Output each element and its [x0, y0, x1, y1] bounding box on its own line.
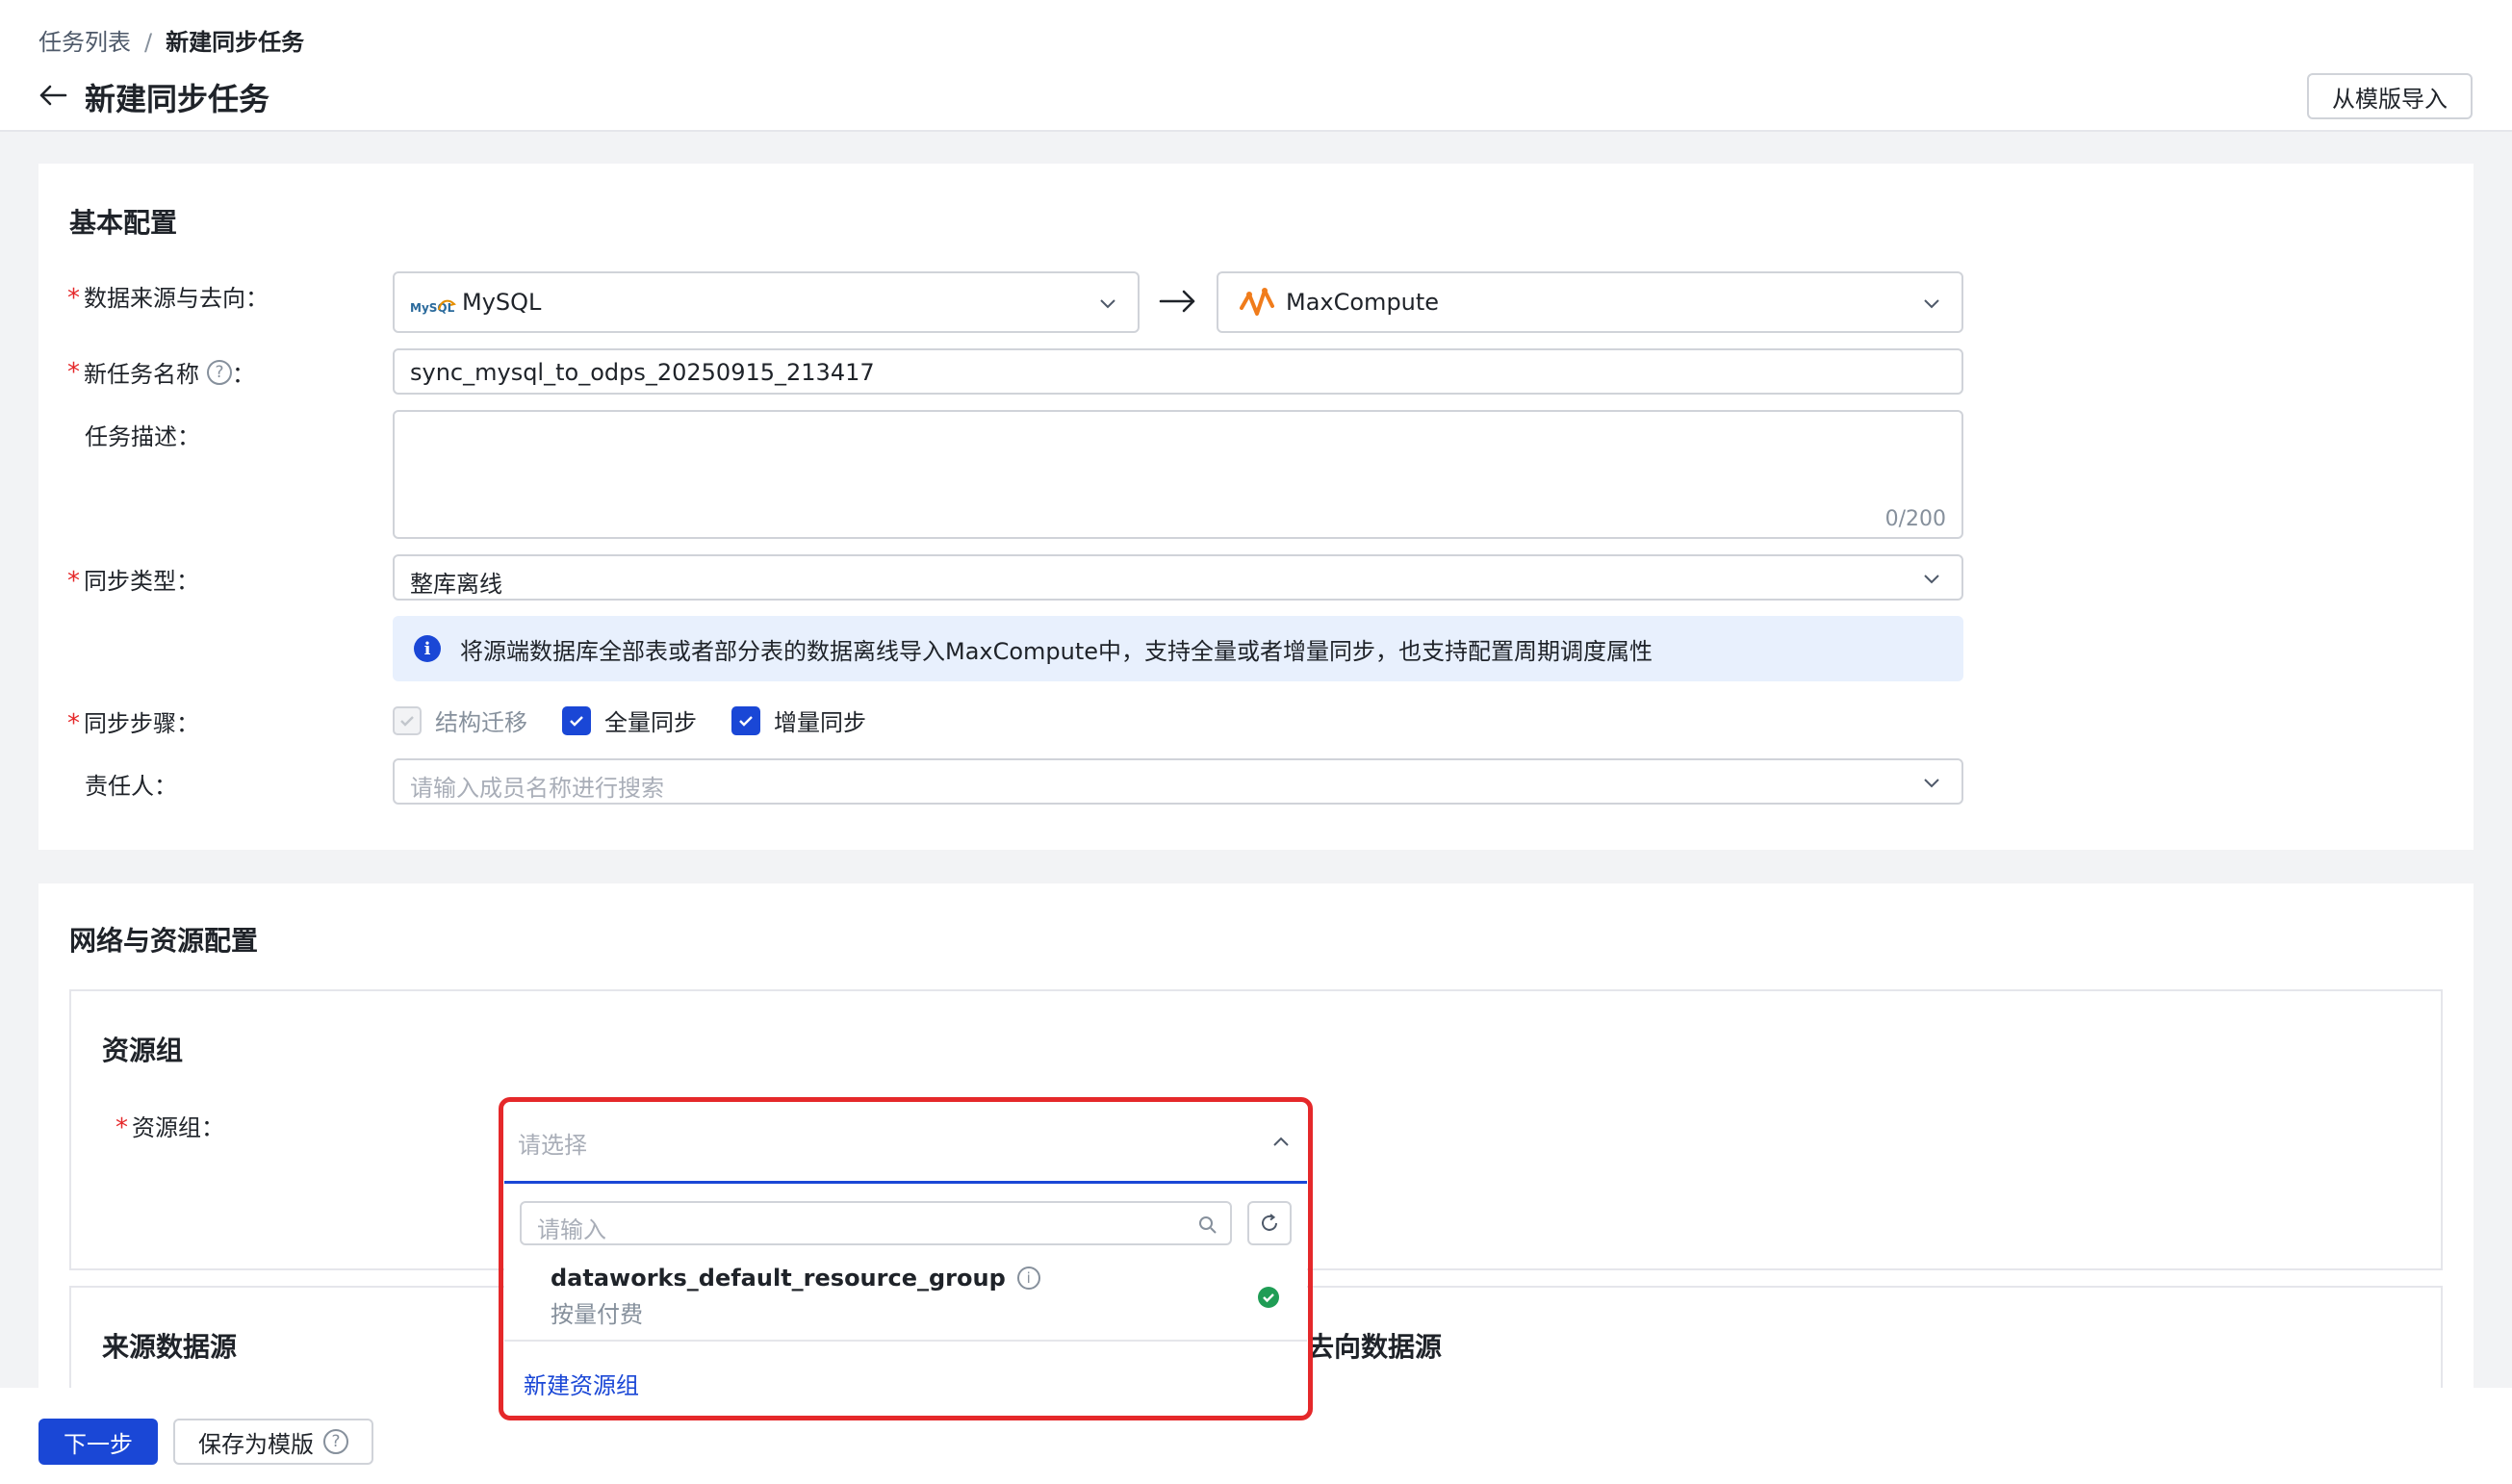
required-mark: * — [115, 1113, 128, 1142]
sync-type-label: * 同步类型： — [67, 567, 199, 596]
checkbox-checked[interactable] — [562, 705, 591, 735]
import-from-template-button[interactable]: 从模版导入 — [2307, 73, 2473, 119]
source-target-label: * 数据来源与去向： — [67, 284, 269, 313]
arrow-right-icon — [1159, 290, 1195, 313]
arrow-left-icon[interactable] — [37, 79, 69, 112]
resource-group-section-title: 资源组 — [102, 1035, 184, 1066]
sync-type-info-text: 将源端数据库全部表或者部分表的数据离线导入MaxCompute中，支持全量或者增… — [460, 637, 1653, 665]
resource-group-label: * 资源组： — [115, 1113, 224, 1142]
chevron-down-icon — [1924, 299, 1939, 309]
network-config-title: 网络与资源配置 — [69, 925, 259, 957]
step-full-sync[interactable]: 全量同步 — [562, 704, 697, 737]
help-icon[interactable]: ? — [207, 359, 232, 385]
breadcrumb-separator: / — [144, 29, 153, 56]
page-title: 新建同步任务 — [85, 81, 270, 117]
sync-type-info-bar: i 将源端数据库全部表或者部分表的数据离线导入MaxCompute中，支持全量或… — [393, 616, 1963, 681]
sync-type-select[interactable]: 整库离线 — [393, 554, 1963, 601]
target-type-select[interactable]: MaxCompute — [1217, 271, 1963, 333]
desc-char-counter: 0/200 — [1884, 507, 1946, 531]
task-desc-label: 任务描述： — [85, 423, 200, 450]
step-label: 结构迁移 — [435, 709, 527, 736]
step-incremental-sync[interactable]: 增量同步 — [731, 704, 866, 737]
checkbox-checked[interactable] — [731, 705, 760, 735]
next-step-button[interactable]: 下一步 — [38, 1419, 158, 1465]
source-type-select[interactable]: MySQL MySQL — [393, 271, 1140, 333]
sync-type-value: 整库离线 — [410, 571, 502, 598]
owner-label: 责任人： — [85, 773, 177, 800]
required-mark: * — [67, 284, 80, 313]
source-type-value: MySQL — [462, 289, 542, 316]
save-as-template-label: 保存为模版 — [198, 1430, 314, 1458]
chevron-down-icon — [1100, 299, 1115, 309]
save-as-template-button[interactable]: 保存为模版 ? — [173, 1419, 373, 1465]
step-label: 增量同步 — [774, 709, 866, 736]
task-name-input[interactable]: sync_mysql_to_odps_20250915_213417 — [393, 348, 1963, 395]
info-icon: i — [414, 635, 441, 662]
step-label: 全量同步 — [604, 709, 697, 736]
target-datasource-title: 去向数据源 — [1307, 1331, 1443, 1363]
source-datasource-title: 来源数据源 — [102, 1331, 238, 1363]
page-header — [0, 0, 2512, 132]
maxcompute-logo-icon — [1240, 288, 1274, 316]
highlight-box — [499, 1097, 1313, 1420]
breadcrumb: 任务列表 / 新建同步任务 — [38, 23, 304, 57]
owner-select[interactable]: 请输入成员名称进行搜索 — [393, 758, 1963, 805]
target-type-value: MaxCompute — [1286, 289, 1440, 316]
chevron-down-icon — [1924, 575, 1939, 584]
required-mark: * — [67, 357, 80, 387]
chevron-down-icon — [1924, 779, 1939, 788]
breadcrumb-task-list[interactable]: 任务列表 — [38, 29, 131, 56]
checkbox-disabled — [393, 705, 422, 735]
help-icon[interactable]: ? — [323, 1429, 348, 1454]
svg-text:MySQL: MySQL — [410, 301, 455, 315]
task-name-value: sync_mysql_to_odps_20250915_213417 — [410, 359, 875, 386]
step-structure-migration: 结构迁移 — [393, 704, 527, 737]
task-name-label: * 新任务名称?： — [67, 357, 255, 389]
mysql-logo-icon: MySQL — [410, 299, 456, 315]
task-desc-textarea[interactable]: 0/200 — [393, 410, 1963, 539]
required-mark: * — [67, 567, 80, 596]
breadcrumb-current: 新建同步任务 — [166, 29, 305, 56]
sync-steps-label: * 同步步骤： — [67, 709, 199, 738]
basic-config-title: 基本配置 — [69, 207, 178, 239]
owner-placeholder: 请输入成员名称进行搜索 — [410, 775, 664, 802]
required-mark: * — [67, 709, 80, 738]
